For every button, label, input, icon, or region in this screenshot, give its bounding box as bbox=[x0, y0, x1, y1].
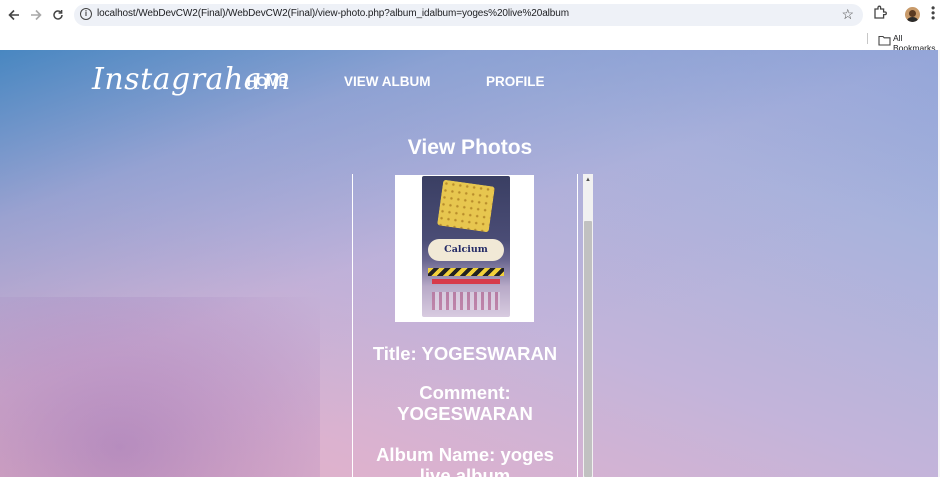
product-package: Calcium bbox=[422, 176, 510, 317]
scrollbar-thumb[interactable] bbox=[584, 221, 592, 477]
photo-album-name: Album Name: yoges live album bbox=[376, 444, 554, 477]
site-info-icon[interactable]: i bbox=[80, 8, 92, 20]
address-bar[interactable]: i localhost/WebDevCW2(Final)/WebDevCW2(F… bbox=[74, 4, 863, 26]
back-arrow-icon[interactable] bbox=[3, 4, 25, 26]
photo-image: Calcium bbox=[395, 175, 534, 322]
forward-arrow-icon[interactable] bbox=[25, 4, 47, 26]
browser-toolbar: i localhost/WebDevCW2(Final)/WebDevCW2(F… bbox=[0, 0, 940, 30]
puzzle-icon[interactable] bbox=[872, 5, 890, 23]
star-icon[interactable]: ☆ bbox=[841, 6, 854, 23]
bookmarks-divider bbox=[867, 33, 868, 44]
package-brand: Calcium bbox=[428, 239, 504, 261]
package-info-panel bbox=[432, 292, 500, 310]
cracker-graphic bbox=[437, 179, 495, 233]
photo-title: Title: YOGESWARAN bbox=[372, 343, 558, 364]
page-body: Instagraham HOME VIEW ALBUM PROFILE View… bbox=[0, 50, 940, 477]
photo-scroll-container[interactable]: Calcium Title: YOGESWARAN Comment: YOGES… bbox=[352, 174, 578, 477]
nav-home-link[interactable]: HOME bbox=[247, 74, 288, 89]
nav-view-album-link[interactable]: VIEW ALBUM bbox=[344, 74, 431, 89]
reload-icon[interactable] bbox=[47, 4, 69, 26]
package-band bbox=[432, 279, 500, 284]
page-title: View Photos bbox=[407, 136, 533, 159]
bookmarks-bar: All Bookmarks bbox=[0, 30, 940, 53]
scroll-up-arrow-icon[interactable]: ▲ bbox=[583, 174, 593, 186]
package-stripe bbox=[428, 268, 504, 276]
kebab-menu-icon[interactable]: • • • bbox=[931, 2, 935, 24]
photo-scrollbar[interactable]: ▲ bbox=[583, 174, 593, 477]
nav-profile-link[interactable]: PROFILE bbox=[486, 74, 545, 89]
photo-comment: Comment: YOGESWARAN bbox=[397, 382, 533, 424]
url-text[interactable]: localhost/WebDevCW2(Final)/WebDevCW2(Fin… bbox=[97, 8, 569, 19]
folder-icon[interactable] bbox=[878, 33, 891, 46]
avatar[interactable] bbox=[905, 7, 920, 22]
